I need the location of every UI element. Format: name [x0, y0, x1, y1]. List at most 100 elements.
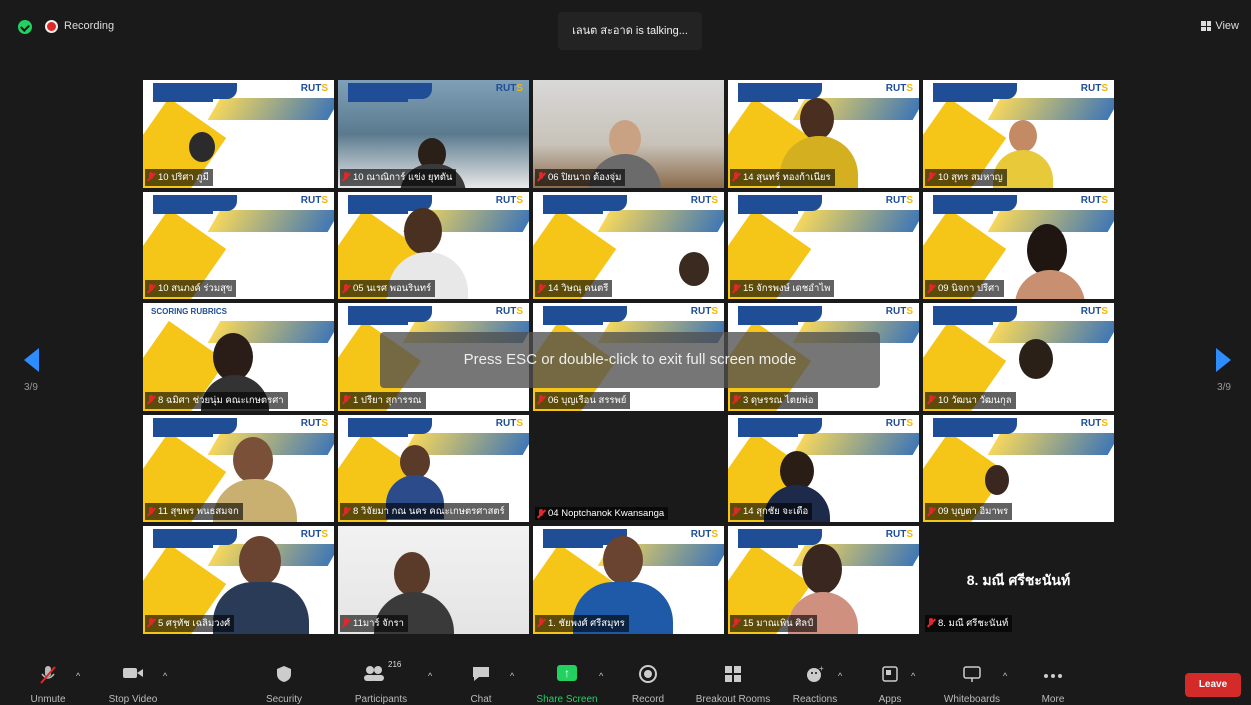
participant-name: 10 สนภงค์ ร่วมสุข — [145, 280, 237, 298]
video-tile[interactable]: 8. มณี ศรีชะนันท์ 8. มณี ศรีชะนันท์ — [923, 526, 1114, 634]
rut-logo: RUTS — [300, 417, 328, 429]
chat-options-caret[interactable]: ^ — [510, 671, 514, 681]
video-tile[interactable]: RUTS 10 วัฒนา วัฒนกุล — [923, 303, 1114, 411]
record-button[interactable]: Record — [613, 655, 683, 705]
muted-mic-icon — [927, 395, 935, 405]
participant-name: 11มาร์ จักรา — [340, 614, 408, 632]
shield-icon — [277, 666, 291, 682]
view-button[interactable]: View — [1201, 20, 1239, 32]
whiteboards-button[interactable]: Whiteboards — [935, 655, 1009, 705]
rut-logo: RUTS — [300, 194, 328, 206]
security-button[interactable]: Security — [249, 655, 319, 705]
whiteboards-options-caret[interactable]: ^ — [1003, 671, 1007, 681]
participant-name: 1. ชัยพงศ์ ศรีสมุทร — [535, 614, 629, 632]
leave-button[interactable]: Leave — [1185, 673, 1241, 697]
top-bar: Recording เลนต สะอาด is talking... View — [0, 0, 1251, 56]
video-tile[interactable]: RUTS 05 นเรศ พอนรินทร์ — [338, 191, 529, 300]
rut-logo: RUTS — [300, 83, 328, 94]
participants-icon — [364, 666, 384, 681]
video-tile[interactable]: 11มาร์ จักรา — [338, 526, 529, 634]
rut-logo: RUTS — [495, 194, 523, 206]
meeting-toolbar: Unmute ^ Stop Video ^ Security 216 Parti… — [0, 655, 1251, 705]
video-tile[interactable]: SCORING RUBRICS 8 ฉมิศา ช่วยนุ่ม คณะเกษต… — [143, 303, 334, 411]
rut-logo: RUTS — [690, 306, 718, 318]
page-indicator-right: 3/9 — [1217, 382, 1231, 393]
video-tile[interactable]: 06 ปิยนาถ ต้องจุ่ม — [533, 80, 724, 188]
rut-logo: RUTS — [495, 417, 523, 429]
participant-display-name: 8. มณี ศรีชะนันท์ — [966, 572, 1071, 589]
participants-button[interactable]: 216 Participants — [346, 655, 416, 705]
video-tile[interactable]: RUTS 1. ชัยพงศ์ ศรีสมุทร — [533, 526, 724, 634]
more-dots-icon — [1044, 674, 1062, 678]
muted-mic-icon — [342, 506, 350, 517]
participant-name: 10 สุทร สมหาญ — [925, 168, 1007, 186]
video-tile[interactable]: RUTS 11 สุขพร พนธสมจก — [143, 414, 334, 523]
participant-name: 10 ณาณิการ์ แข่ง ยุทตัน — [340, 168, 457, 186]
reactions-options-caret[interactable]: ^ — [838, 671, 842, 681]
muted-mic-icon — [732, 618, 740, 628]
muted-microphone-icon — [40, 666, 56, 684]
rut-logo: RUTS — [885, 83, 913, 94]
next-page-arrow-icon[interactable] — [1216, 348, 1231, 372]
muted-mic-icon — [342, 283, 350, 294]
muted-mic-icon — [342, 395, 350, 405]
rut-logo: RUTS — [300, 529, 328, 541]
muted-mic-icon — [537, 618, 545, 628]
participant-name: 11 สุขพร พนธสมจก — [145, 503, 243, 521]
video-tile[interactable]: 04 Noptchanok Kwansanga — [533, 414, 724, 523]
participant-name: 15 จักรพงษ์ เดชอำไพ — [730, 280, 835, 298]
rut-logo: RUTS — [885, 529, 913, 541]
participant-name: 14 สุกชัย จะเดือ — [730, 503, 813, 521]
stop-video-button[interactable]: Stop Video — [98, 655, 168, 705]
participant-name: 14 วิษณุ คนตรี — [535, 280, 613, 298]
security-shield-icon[interactable] — [18, 20, 32, 34]
audio-options-caret[interactable]: ^ — [76, 671, 80, 681]
participant-name: 8 ฉมิศา ช่วยนุ่ม คณะเกษตรศา — [145, 391, 288, 409]
rut-logo: RUTS — [885, 306, 913, 318]
muted-mic-icon — [147, 172, 155, 182]
muted-mic-icon — [927, 172, 935, 182]
participant-name: 1 ปรียา สุการรณ — [340, 391, 426, 409]
video-tile[interactable]: RUTS 14 วิษณุ คนตรี — [533, 191, 724, 300]
share-options-caret[interactable]: ^ — [599, 671, 603, 681]
rut-logo: RUTS — [495, 306, 523, 318]
video-tile[interactable]: RUTS 15 มาณเพิน ศิลป์ — [728, 526, 919, 634]
video-tile[interactable]: RUTS 14 สุกชัย จะเดือ — [728, 414, 919, 523]
rut-logo: RUTS — [1080, 83, 1108, 94]
breakout-rooms-button[interactable]: Breakout Rooms — [690, 655, 776, 705]
participants-count: 216 — [388, 660, 402, 669]
video-tile[interactable]: RUTS 10 สนภงค์ ร่วมสุข — [143, 191, 334, 300]
video-options-caret[interactable]: ^ — [163, 671, 167, 681]
video-tile[interactable]: RUTS 09 บุญตา อิมาพร — [923, 414, 1114, 523]
participant-name: 8. มณี ศรีชะนันท์ — [925, 614, 1013, 632]
unmute-button[interactable]: Unmute — [13, 655, 83, 705]
participant-name: 15 มาณเพิน ศิลป์ — [730, 614, 818, 632]
muted-mic-icon — [732, 506, 740, 517]
video-tile[interactable]: RUTS 5 ศรุทัช เฉลิมวงศ์ — [143, 526, 334, 634]
video-tile[interactable]: RUTS 15 จักรพงษ์ เดชอำไพ — [728, 191, 919, 300]
recording-label: Recording — [64, 20, 115, 32]
apps-icon — [882, 666, 898, 682]
participant-name: 10 วัฒนา วัฒนกุล — [925, 391, 1016, 409]
share-screen-button[interactable]: Share Screen — [532, 655, 602, 705]
muted-mic-icon — [732, 395, 740, 405]
video-tile[interactable]: RUTS 8 วิจัยมา กณ นคร คณะเกษตรศาสตร์ — [338, 414, 529, 523]
video-tile[interactable]: RUTS 14 สุนทร์ ทองก้าเนียร — [728, 80, 919, 188]
video-tile[interactable]: RUTS 10 ณาณิการ์ แข่ง ยุทตัน — [338, 80, 529, 188]
chat-bubble-icon — [473, 667, 489, 681]
more-button[interactable]: More — [1018, 655, 1088, 705]
participant-name: 8 วิจัยมา กณ นคร คณะเกษตรศาสตร์ — [340, 503, 509, 521]
previous-page-arrow-icon[interactable] — [24, 348, 39, 372]
muted-mic-icon — [342, 618, 350, 628]
chat-button[interactable]: Chat — [446, 655, 516, 705]
recording-icon — [45, 20, 58, 33]
participant-name: 05 นเรศ พอนรินทร์ — [340, 280, 436, 298]
muted-mic-icon — [537, 283, 545, 294]
participants-options-caret[interactable]: ^ — [428, 671, 432, 681]
video-tile[interactable]: RUTS 10 สุทร สมหาญ — [923, 80, 1114, 188]
video-tile[interactable]: RUTS 10 ปริศา ภูมี — [143, 80, 334, 188]
participant-name: 14 สุนทร์ ทองก้าเนียร — [730, 168, 835, 186]
video-tile[interactable]: RUTS 09 นิจกา ปรีศา — [923, 191, 1114, 300]
participant-name: 04 Noptchanok Kwansanga — [535, 507, 669, 521]
apps-options-caret[interactable]: ^ — [911, 671, 915, 681]
